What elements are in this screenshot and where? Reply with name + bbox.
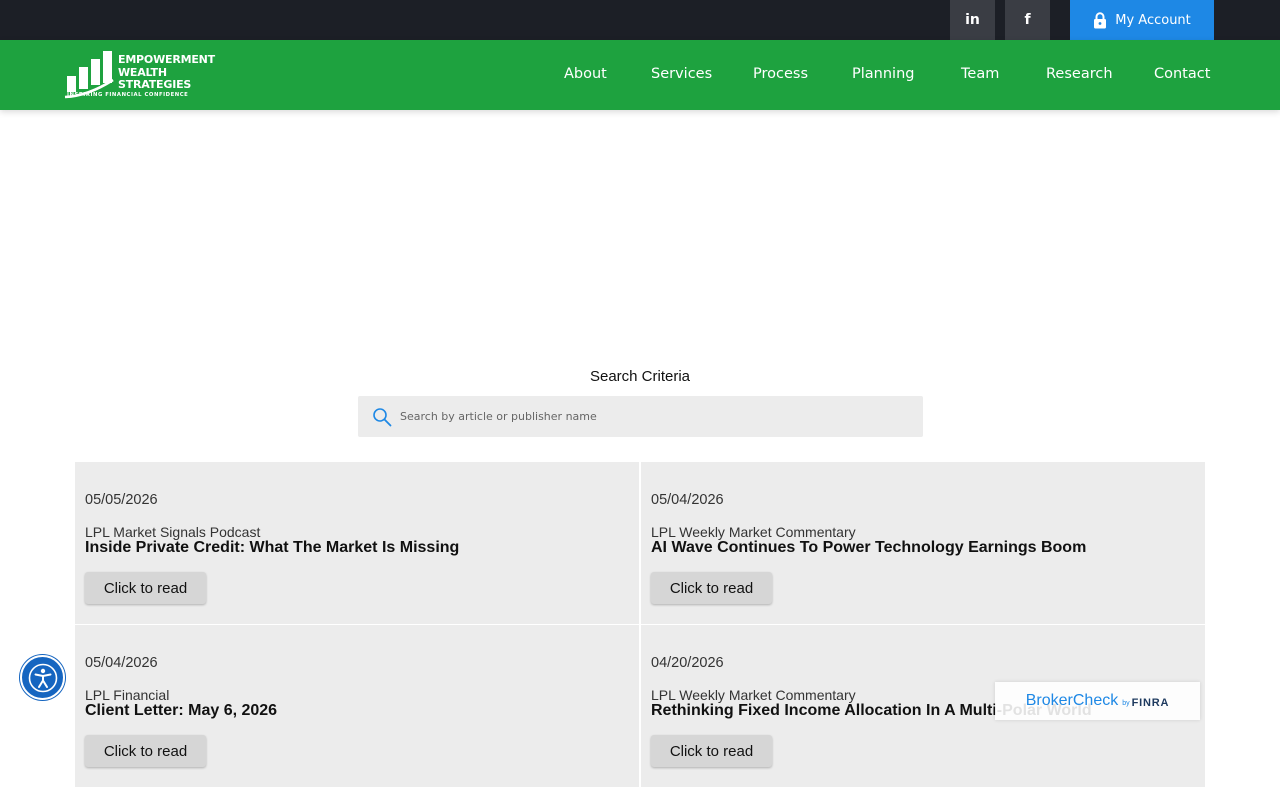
article-card: 05/05/2026 LPL Market Signals Podcast In… [75, 462, 639, 624]
article-grid: 05/05/2026 LPL Market Signals Podcast In… [75, 462, 1205, 787]
article-date: 05/04/2026 [651, 492, 724, 508]
finra-label: FINRA [1131, 696, 1170, 709]
article-date: 05/04/2026 [85, 655, 158, 671]
article-card: 05/04/2026 LPL Financial Client Letter: … [75, 625, 639, 787]
logo-wordmark: EMPOWERMENT WEALTH STRATEGIES [118, 53, 215, 92]
facebook-icon[interactable]: f [1005, 0, 1050, 40]
nav-team[interactable]: Team [961, 66, 999, 82]
nav-contact[interactable]: Contact [1154, 66, 1210, 82]
article-date: 04/20/2026 [651, 655, 724, 671]
click-to-read-button[interactable]: Click to read [85, 572, 206, 604]
click-to-read-button[interactable]: Click to read [651, 735, 772, 767]
top-utility-bar: in f My Account [0, 0, 1280, 40]
article-card: 05/04/2026 LPL Weekly Market Commentary … [641, 462, 1205, 624]
lock-icon [1094, 11, 1107, 28]
logo-tagline: INSPIRING FINANCIAL CONFIDENCE [67, 92, 189, 98]
article-title: AI Wave Continues To Power Technology Ea… [651, 539, 1087, 556]
search-criteria-heading: Search Criteria [589, 368, 691, 385]
article-publisher: LPL Weekly Market Commentary [651, 687, 856, 703]
nav-research[interactable]: Research [1046, 66, 1113, 82]
nav-planning[interactable]: Planning [852, 66, 914, 82]
brokercheck-badge[interactable]: BrokerCheck by FINRA [995, 682, 1200, 720]
search-icon [373, 407, 392, 426]
nav-services[interactable]: Services [651, 66, 712, 82]
article-title: Inside Private Credit: What The Market I… [85, 539, 460, 556]
main-navbar: EMPOWERMENT WEALTH STRATEGIES INSPIRING … [0, 40, 1280, 110]
click-to-read-button[interactable]: Click to read [651, 572, 772, 604]
my-account-label: My Account [1115, 12, 1191, 28]
search-input[interactable] [400, 410, 900, 423]
accessibility-button[interactable] [20, 655, 65, 700]
article-publisher: LPL Market Signals Podcast [85, 524, 261, 540]
article-publisher: LPL Financial [85, 687, 170, 703]
nav-about[interactable]: About [564, 66, 607, 82]
my-account-button[interactable]: My Account [1070, 0, 1214, 40]
brokercheck-brand: BrokerCheck [1025, 692, 1119, 709]
accessibility-icon [28, 663, 57, 692]
site-logo[interactable]: EMPOWERMENT WEALTH STRATEGIES INSPIRING … [64, 50, 224, 100]
nav-process[interactable]: Process [753, 66, 808, 82]
click-to-read-button[interactable]: Click to read [85, 735, 206, 767]
search-bar[interactable] [358, 396, 923, 437]
logo-line-1: EMPOWERMENT [118, 53, 215, 66]
brokercheck-by: by [1122, 700, 1130, 707]
linkedin-icon[interactable]: in [950, 0, 995, 40]
article-date: 05/05/2026 [85, 492, 158, 508]
article-publisher: LPL Weekly Market Commentary [651, 524, 856, 540]
logo-line-3: STRATEGIES [118, 78, 192, 91]
article-title: Client Letter: May 6, 2026 [85, 702, 278, 719]
